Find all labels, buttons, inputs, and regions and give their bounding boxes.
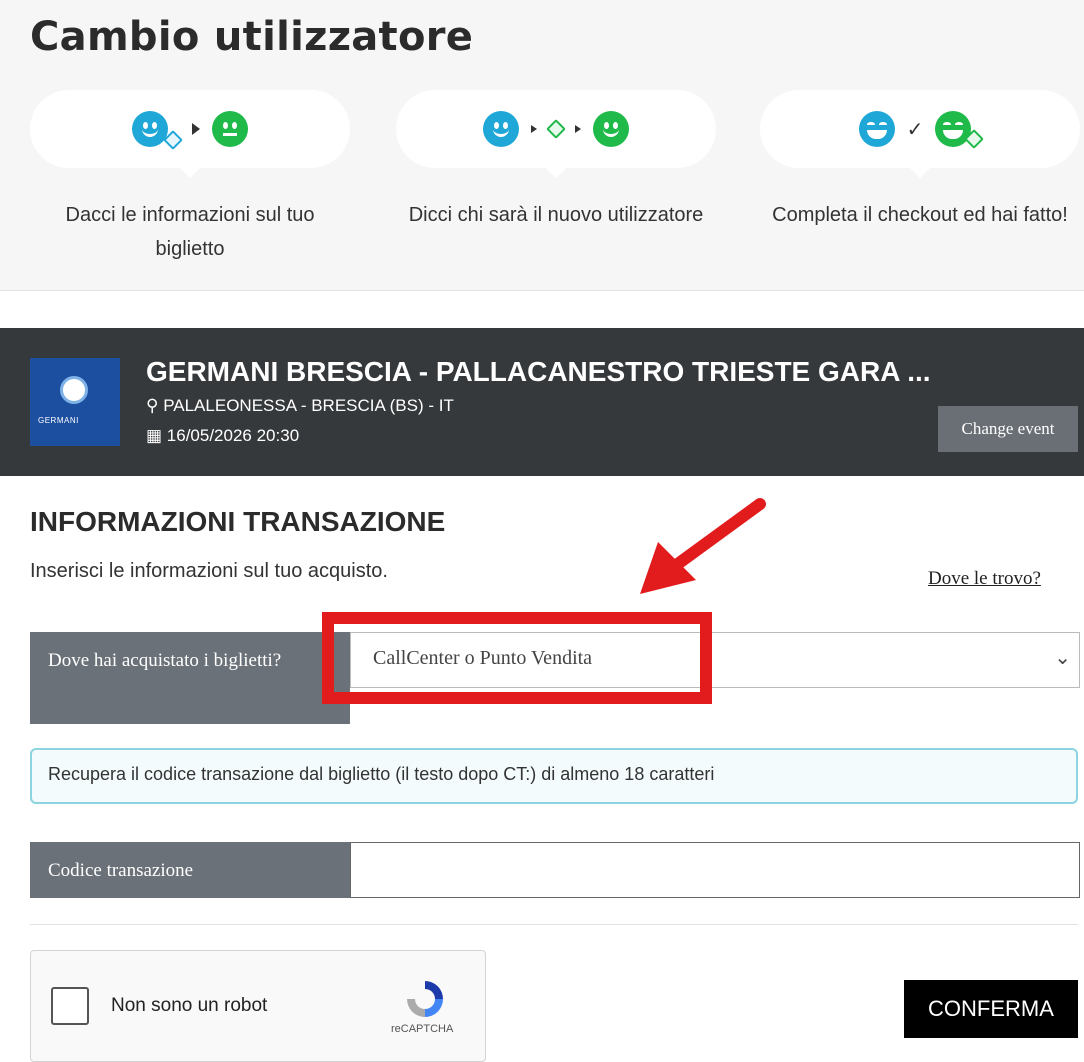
step-1-text: Dacci le informazioni sul tuo biglietto [65, 204, 315, 260]
event-location: ⚲ PALALEONESSA - BRESCIA (BS) - IT [146, 396, 454, 416]
check-icon: ✓ [906, 118, 924, 141]
step-3-bubble: ✓ [760, 90, 1080, 178]
recaptcha-icon [407, 981, 443, 1017]
highlight-annotation-box [322, 612, 712, 704]
smiley-blue-icon [132, 111, 168, 147]
section-subtitle: Inserisci le informazioni sul tuo acquis… [30, 560, 388, 582]
step-3-text: Completa il checkout ed hai fatto! [772, 204, 1068, 226]
recaptcha-brand: reCAPTCHA [391, 1023, 454, 1035]
ticket-icon [546, 119, 566, 139]
recaptcha-checkbox[interactable] [51, 987, 89, 1025]
step-3: ✓ Completa il checkout ed hai fatto! [760, 90, 1080, 232]
confirm-button[interactable]: CONFERMA [904, 980, 1078, 1038]
transaction-code-input[interactable] [350, 842, 1080, 898]
purchase-label: Dove hai acquistato i biglietti? [30, 632, 350, 724]
where-to-find-link[interactable]: Dove le trovo? [928, 568, 1041, 590]
event-location-text: PALALEONESSA - BRESCIA (BS) - IT [163, 396, 454, 415]
divider [30, 924, 1078, 925]
team-emblem-icon [60, 376, 88, 404]
neutral-face-green-icon [212, 111, 248, 147]
grin-blue-icon [858, 111, 895, 147]
page-title: Cambio utilizzatore [30, 14, 474, 60]
event-date-text: 16/05/2026 20:30 [166, 426, 300, 445]
recaptcha-widget: Non sono un robot reCAPTCHA [30, 950, 486, 1062]
info-alert: Recupera il codice transazione dal bigli… [30, 748, 1078, 804]
map-marker-icon: ⚲ [146, 396, 159, 415]
step-2-bubble [396, 90, 716, 178]
calendar-icon: ▦ [146, 426, 163, 445]
event-logo: GERMANI [30, 358, 120, 446]
step-2-text: Dicci chi sarà il nuovo utilizzatore [408, 204, 704, 226]
event-banner: GERMANI GERMANI BRESCIA - PALLACANESTRO … [0, 328, 1084, 476]
event-date: ▦ 16/05/2026 20:30 [146, 426, 299, 446]
code-label: Codice transazione [30, 842, 350, 898]
recaptcha-label: Non sono un robot [111, 995, 268, 1016]
smiley-blue-icon [483, 111, 519, 147]
red-arrow-annotation [640, 498, 766, 594]
arrow-right-icon [192, 123, 200, 135]
step-2: Dicci chi sarà il nuovo utilizzatore [396, 90, 716, 232]
step-1: Dacci le informazioni sul tuo biglietto [30, 90, 350, 266]
event-title: GERMANI BRESCIA - PALLACANESTRO TRIESTE … [146, 356, 931, 387]
change-event-button[interactable]: Change event [938, 406, 1078, 452]
arrow-right-icon [531, 125, 537, 133]
smiley-green-icon [593, 111, 629, 147]
section-title: INFORMAZIONI TRANSAZIONE [30, 506, 446, 537]
arrow-right-icon [575, 125, 581, 133]
steps-header: Cambio utilizzatore Dacci le informazion… [0, 0, 1084, 291]
step-1-bubble [30, 90, 350, 178]
chevron-down-icon: ⌄ [1054, 647, 1071, 669]
event-logo-text: GERMANI [38, 416, 79, 425]
